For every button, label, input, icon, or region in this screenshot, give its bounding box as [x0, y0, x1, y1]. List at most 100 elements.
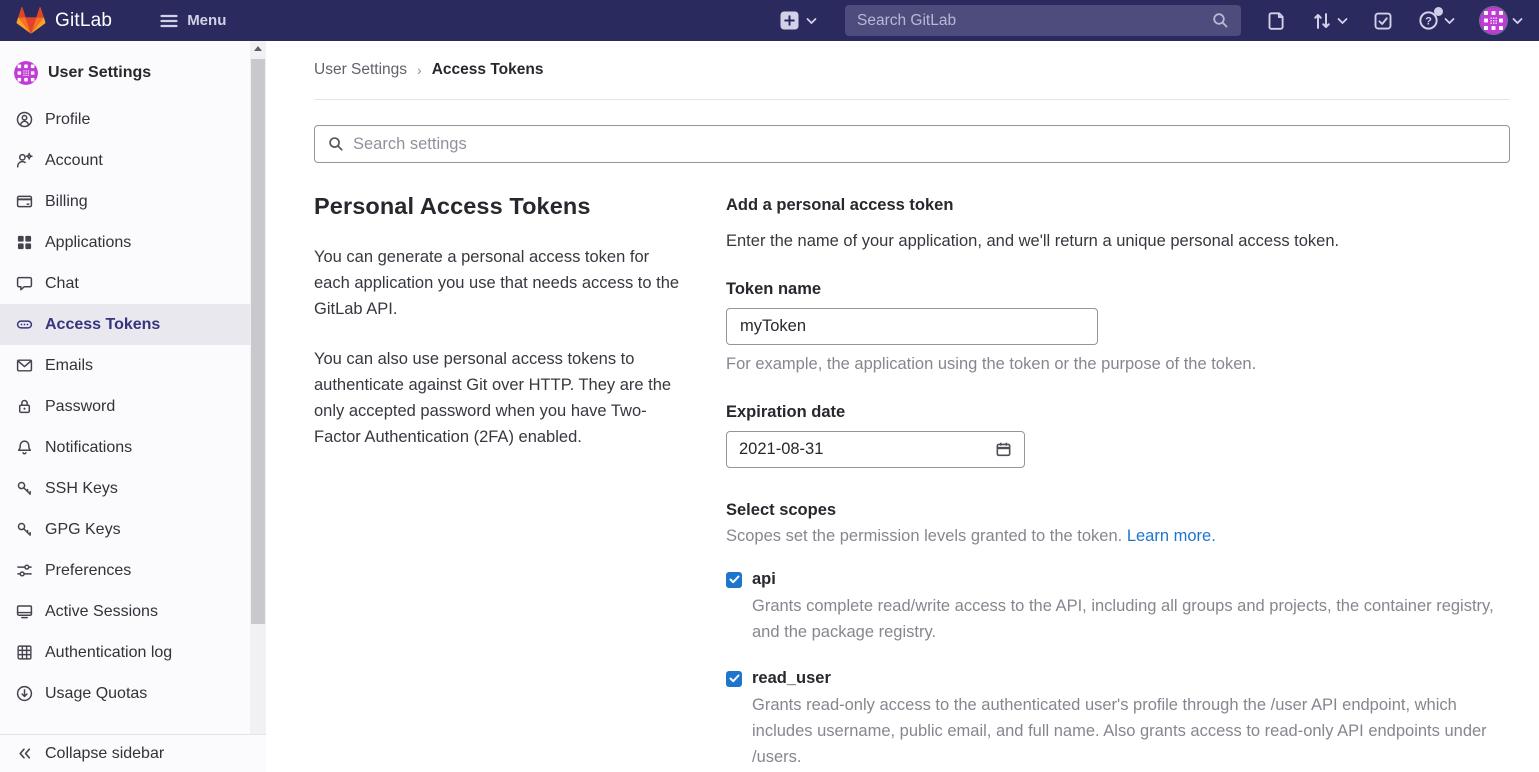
- gitlab-app: GitLab Menu: [0, 0, 1539, 772]
- svg-text:?: ?: [1425, 15, 1432, 27]
- scope-api: api Grants complete read/write access to…: [726, 570, 1510, 645]
- global-search: [845, 5, 1241, 36]
- bell-icon: [16, 439, 33, 456]
- sidebar-scrollbar[interactable]: [250, 41, 266, 734]
- issues-icon: [1267, 11, 1287, 31]
- expiration-date-input[interactable]: [739, 440, 987, 459]
- form-heading: Add a personal access token: [726, 193, 1510, 215]
- chevron-down-icon: [806, 17, 817, 25]
- expiration-date-label: Expiration date: [726, 403, 1510, 422]
- form-intro: Enter the name of your application, and …: [726, 232, 1510, 251]
- sidebar-item-profile[interactable]: Profile: [0, 99, 250, 140]
- scrollbar-thumb[interactable]: [251, 59, 265, 624]
- key-icon: [16, 521, 33, 538]
- add-token-form: Add a personal access token Enter the na…: [726, 193, 1510, 770]
- hamburger-icon: [160, 14, 178, 28]
- sidebar-item-password[interactable]: Password: [0, 386, 250, 427]
- section-description: Personal Access Tokens You can generate …: [314, 193, 686, 770]
- sidebar-item-gpg-keys[interactable]: GPG Keys: [0, 509, 250, 550]
- search-icon: [1212, 12, 1229, 29]
- scope-api-label[interactable]: api: [752, 570, 776, 589]
- breadcrumb-separator-icon: ›: [417, 62, 422, 78]
- settings-search-input[interactable]: [353, 135, 1496, 154]
- sidebar-item-access-tokens[interactable]: Access Tokens: [0, 304, 250, 345]
- settings-search: [314, 125, 1510, 163]
- top-navbar: GitLab Menu: [0, 0, 1539, 41]
- chevron-down-icon: [1512, 17, 1523, 25]
- chevron-down-icon: [1444, 17, 1455, 25]
- profile-icon: [16, 111, 33, 128]
- issues-button[interactable]: [1267, 11, 1287, 31]
- sidebar-item-emails[interactable]: Emails: [0, 345, 250, 386]
- token-name-input[interactable]: [726, 308, 1098, 345]
- notification-dot: [1434, 7, 1443, 16]
- calendar-icon[interactable]: [995, 441, 1012, 458]
- scope-read-user-description: Grants read-only access to the authentic…: [752, 692, 1510, 770]
- expiration-date-field: [726, 431, 1025, 468]
- section-description-1: You can generate a personal access token…: [314, 244, 686, 322]
- select-scopes-heading: Select scopes: [726, 501, 1510, 520]
- help-icon: ?: [1418, 10, 1439, 31]
- email-icon: [16, 357, 33, 374]
- log-icon: [16, 644, 33, 661]
- settings-sidebar: User Settings Profile: [0, 41, 266, 772]
- sidebar-item-chat[interactable]: Chat: [0, 263, 250, 304]
- gitlab-logo-icon: [16, 6, 46, 35]
- scopes-help: Scopes set the permission levels granted…: [726, 527, 1510, 546]
- lock-icon: [16, 398, 33, 415]
- sidebar-item-ssh-keys[interactable]: SSH Keys: [0, 468, 250, 509]
- avatar: [1480, 7, 1507, 34]
- sidebar-header: User Settings: [0, 55, 250, 99]
- user-menu-button[interactable]: [1480, 7, 1523, 34]
- collapse-sidebar-button[interactable]: Collapse sidebar: [0, 734, 266, 772]
- page-title: Personal Access Tokens: [314, 193, 686, 220]
- sidebar-item-usage-quotas[interactable]: Usage Quotas: [0, 673, 250, 714]
- scope-read-user-label[interactable]: read_user: [752, 669, 831, 688]
- gitlab-home-link[interactable]: GitLab: [16, 6, 112, 35]
- merge-request-icon: [1312, 11, 1332, 31]
- read-user-checkbox[interactable]: [726, 671, 742, 687]
- breadcrumb-access-tokens: Access Tokens: [432, 61, 544, 79]
- billing-icon: [16, 193, 33, 210]
- new-dropdown-button[interactable]: [780, 11, 817, 30]
- sliders-icon: [16, 562, 33, 579]
- scope-read-user: read_user Grants read-only access to the…: [726, 669, 1510, 770]
- chevron-down-icon: [1337, 17, 1348, 25]
- sidebar-item-applications[interactable]: Applications: [0, 222, 250, 263]
- user-avatar: [14, 61, 38, 85]
- quota-icon: [16, 685, 33, 702]
- brand-name: GitLab: [55, 10, 112, 32]
- learn-more-link[interactable]: Learn more.: [1127, 527, 1216, 545]
- sidebar-title: User Settings: [48, 64, 151, 82]
- todos-button[interactable]: [1373, 11, 1393, 31]
- plus-icon: [780, 11, 799, 30]
- collapse-icon: [16, 745, 33, 762]
- sidebar-item-authentication-log[interactable]: Authentication log: [0, 632, 250, 673]
- token-icon: [16, 316, 33, 333]
- breadcrumb: User Settings › Access Tokens: [314, 41, 1510, 100]
- applications-icon: [16, 234, 33, 251]
- sidebar-item-notifications[interactable]: Notifications: [0, 427, 250, 468]
- account-icon: [16, 152, 33, 169]
- global-search-input[interactable]: [857, 12, 1212, 30]
- breadcrumb-user-settings[interactable]: User Settings: [314, 61, 407, 79]
- todo-icon: [1373, 11, 1393, 31]
- sidebar-item-preferences[interactable]: Preferences: [0, 550, 250, 591]
- key-icon: [16, 480, 33, 497]
- main-content: User Settings › Access Tokens Personal A…: [266, 41, 1539, 772]
- monitor-icon: [16, 603, 33, 620]
- search-icon: [328, 136, 344, 152]
- section-description-2: You can also use personal access tokens …: [314, 346, 686, 450]
- menu-label: Menu: [187, 12, 226, 29]
- scrollbar-up-arrow[interactable]: [250, 41, 266, 56]
- token-name-label: Token name: [726, 280, 1510, 299]
- sidebar-item-billing[interactable]: Billing: [0, 181, 250, 222]
- api-checkbox[interactable]: [726, 572, 742, 588]
- menu-button[interactable]: Menu: [160, 12, 226, 29]
- sidebar-item-active-sessions[interactable]: Active Sessions: [0, 591, 250, 632]
- merge-requests-button[interactable]: [1312, 11, 1348, 31]
- scope-api-description: Grants complete read/write access to the…: [752, 593, 1510, 645]
- help-menu-button[interactable]: ?: [1418, 10, 1455, 31]
- chat-icon: [16, 275, 33, 292]
- sidebar-item-account[interactable]: Account: [0, 140, 250, 181]
